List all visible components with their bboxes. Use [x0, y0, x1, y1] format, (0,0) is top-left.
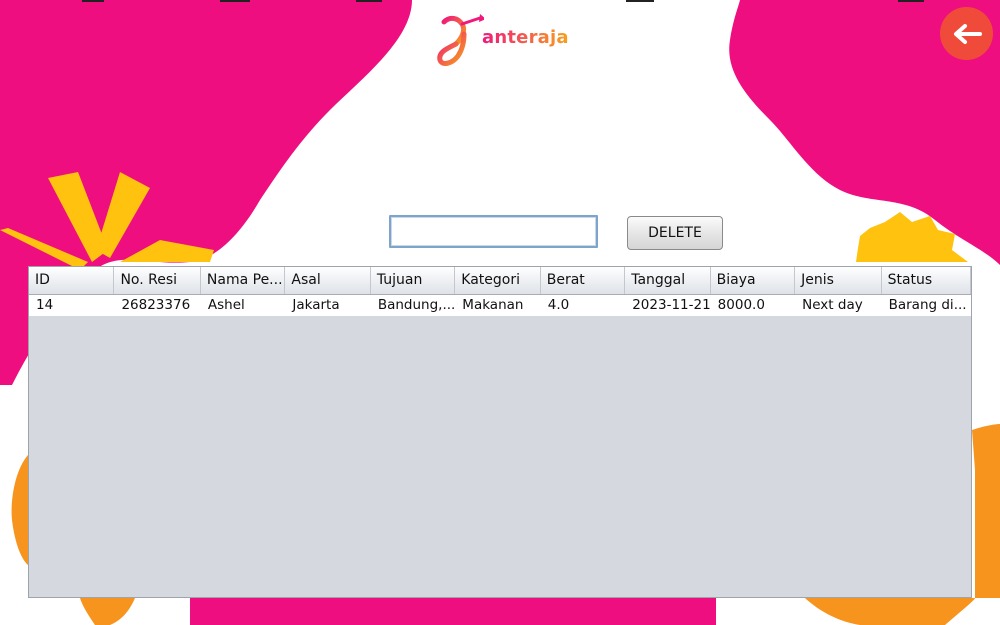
logo-mark-icon — [437, 14, 486, 66]
column-header-tanggal[interactable]: Tanggal — [625, 267, 711, 294]
table-cell[interactable]: Jakarta — [285, 295, 370, 316]
column-header-asal[interactable]: Asal — [285, 267, 371, 294]
table-cell[interactable]: Next day — [795, 295, 881, 316]
column-header-nama-pengirim[interactable]: Nama Pe... — [201, 267, 286, 294]
table-cell[interactable]: 2023-11-21 — [625, 295, 710, 316]
arrow-left-icon — [953, 23, 982, 44]
column-header-biaya[interactable]: Biaya — [711, 267, 796, 294]
table-cell[interactable]: Barang di... — [882, 295, 971, 316]
column-header-jenis[interactable]: Jenis — [795, 267, 882, 294]
table-cell[interactable]: Bandung,... — [371, 295, 455, 316]
column-header-tujuan[interactable]: Tujuan — [371, 267, 456, 294]
logo-text: anteraja — [482, 27, 569, 48]
delete-button[interactable]: DELETE — [627, 216, 723, 250]
data-table[interactable]: ID No. Resi Nama Pe... Asal Tujuan Kateg… — [28, 266, 972, 598]
column-header-berat[interactable]: Berat — [541, 267, 626, 294]
column-header-id[interactable]: ID — [29, 267, 115, 294]
table-cell[interactable]: 14 — [29, 295, 114, 316]
column-header-kategori[interactable]: Kategori — [455, 267, 541, 294]
table-cell[interactable]: 26823376 — [114, 295, 200, 316]
table-cell[interactable]: Ashel — [201, 295, 285, 316]
anteraja-logo: anteraja — [434, 12, 574, 68]
column-header-status[interactable]: Status — [882, 267, 971, 294]
table-cell[interactable]: Makanan — [455, 295, 540, 316]
table-header: ID No. Resi Nama Pe... Asal Tujuan Kateg… — [29, 267, 971, 295]
table-row[interactable]: 14 26823376 Ashel Jakarta Bandung,... Ma… — [29, 295, 971, 316]
column-header-no-resi[interactable]: No. Resi — [114, 267, 201, 294]
table-cell[interactable]: 4.0 — [541, 295, 625, 316]
search-input[interactable] — [389, 215, 598, 248]
table-cell[interactable]: 8000.0 — [711, 295, 795, 316]
back-button[interactable] — [940, 7, 993, 60]
